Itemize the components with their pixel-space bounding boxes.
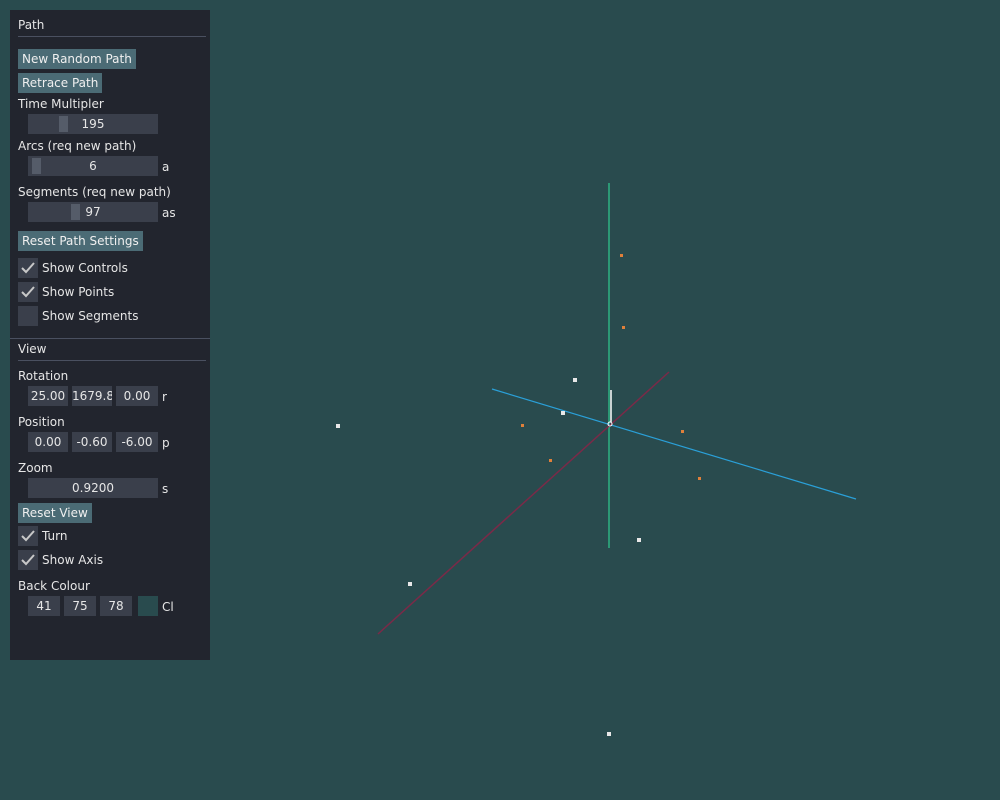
back-colour-suffix: Cl	[162, 600, 174, 614]
zoom-label: Zoom	[18, 461, 53, 475]
checkbox-box[interactable]	[18, 282, 38, 302]
checkbox-box[interactable]	[18, 258, 38, 278]
check-icon	[21, 530, 35, 542]
show-axis-label: Show Axis	[42, 553, 104, 567]
retrace-path-button[interactable]: Retrace Path	[18, 73, 103, 93]
control-point[interactable]	[698, 477, 701, 480]
path-point[interactable]	[408, 582, 412, 586]
settings-panel: Path New Random Path Retrace Path Time M…	[10, 10, 210, 660]
position-y-field[interactable]: -0.60	[72, 432, 112, 452]
back-colour-r-field[interactable]: 41	[28, 596, 60, 616]
check-icon	[21, 286, 35, 298]
back-colour-swatch[interactable]	[138, 596, 158, 616]
reset-view-button[interactable]: Reset View	[18, 503, 92, 523]
new-random-path-button[interactable]: New Random Path	[18, 49, 136, 69]
arcs-slider[interactable]: 6	[28, 156, 158, 176]
z-axis	[377, 371, 670, 635]
show-segments-label: Show Segments	[42, 309, 139, 323]
show-points-label: Show Points	[42, 285, 115, 299]
path-section-title: Path	[18, 10, 206, 37]
view-section-title: View	[18, 334, 206, 361]
rotation-x-field[interactable]: 25.00	[28, 386, 68, 406]
turn-label: Turn	[42, 529, 68, 543]
path-point[interactable]	[561, 411, 565, 415]
position-x-field[interactable]: 0.00	[28, 432, 68, 452]
path-point[interactable]	[573, 378, 577, 382]
arcs-suffix: a	[162, 160, 170, 174]
rotation-label: Rotation	[18, 369, 69, 383]
position-label: Position	[18, 415, 65, 429]
segments-label: Segments (req new path)	[18, 185, 171, 199]
position-z-field[interactable]: -6.00	[116, 432, 158, 452]
control-point[interactable]	[549, 459, 552, 462]
checkbox-box[interactable]	[18, 550, 38, 570]
time-multiplier-value: 195	[81, 117, 105, 131]
segments-value: 97	[85, 205, 101, 219]
path-point[interactable]	[336, 424, 340, 428]
checkbox-box[interactable]	[18, 306, 38, 326]
show-controls-label: Show Controls	[42, 261, 128, 275]
rotation-z-field[interactable]: 0.00	[116, 386, 158, 406]
arcs-label: Arcs (req new path)	[18, 139, 137, 153]
back-colour-label: Back Colour	[18, 579, 90, 593]
time-multiplier-label: Time Multipler	[18, 97, 104, 111]
zoom-suffix: s	[162, 482, 169, 496]
back-colour-g-field[interactable]: 75	[64, 596, 96, 616]
path-point[interactable]	[637, 538, 641, 542]
position-suffix: p	[162, 436, 170, 450]
control-point[interactable]	[521, 424, 524, 427]
time-multiplier-slider[interactable]: 195	[28, 114, 158, 134]
path-point[interactable]	[607, 732, 611, 736]
check-icon	[21, 554, 35, 566]
checkbox-box[interactable]	[18, 526, 38, 546]
check-icon	[21, 262, 35, 274]
rotation-y-field[interactable]: 1679.88	[72, 386, 112, 406]
control-point[interactable]	[622, 326, 625, 329]
segments-suffix: as	[162, 206, 176, 220]
segments-slider[interactable]: 97	[28, 202, 158, 222]
back-colour-b-field[interactable]: 78	[100, 596, 132, 616]
control-point[interactable]	[681, 430, 684, 433]
zoom-field[interactable]: 0.9200	[28, 478, 158, 498]
rotation-suffix: r	[162, 390, 167, 404]
reset-path-settings-button[interactable]: Reset Path Settings	[18, 231, 143, 251]
control-point[interactable]	[620, 254, 623, 257]
arcs-value: 6	[89, 159, 97, 173]
